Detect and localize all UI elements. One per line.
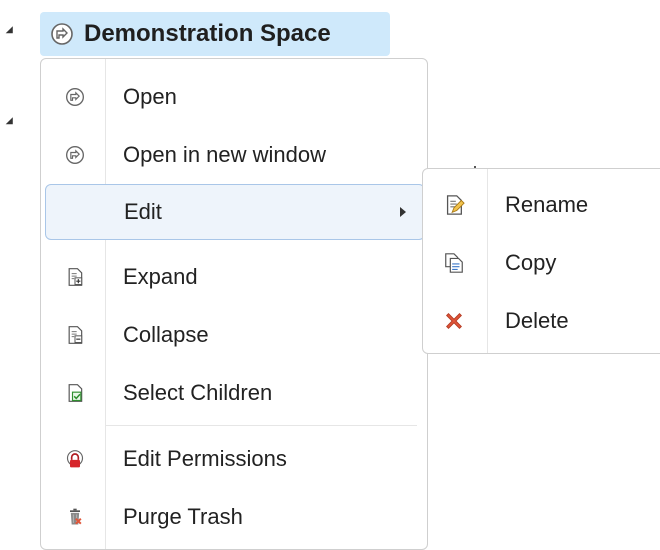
submenu-item-rename[interactable]: Rename (423, 177, 660, 233)
space-icon (65, 145, 85, 165)
tree-expand-toggle[interactable] (5, 26, 17, 37)
submenu-item-label: Rename (505, 192, 589, 217)
trash-icon (65, 507, 85, 527)
tree-expand-toggle-2[interactable] (5, 117, 17, 128)
menu-item-open-new-window[interactable]: Open in new window (41, 127, 427, 183)
rename-doc-icon (443, 194, 465, 216)
expand-doc-icon (65, 267, 85, 287)
menu-item-select-children[interactable]: Select Children (41, 365, 427, 421)
submenu-item-label: Delete (505, 308, 569, 333)
tree-node-demonstration-space[interactable]: Demonstration Space (40, 12, 390, 56)
tree-node-label: Demonstration Space (84, 20, 331, 47)
submenu-arrow-icon (400, 207, 406, 217)
menu-item-purge-trash[interactable]: Purge Trash (41, 489, 427, 545)
collapse-doc-icon (65, 325, 85, 345)
menu-item-label: Open (123, 84, 177, 109)
menu-item-edit[interactable]: Edit (45, 184, 425, 240)
menu-item-label: Select Children (123, 380, 273, 405)
menu-item-label: Edit Permissions (123, 446, 287, 471)
select-children-icon (65, 383, 85, 403)
space-icon (50, 22, 74, 46)
menu-item-label: Collapse (123, 322, 209, 347)
menu-item-edit-permissions[interactable]: Edit Permissions (41, 431, 427, 487)
lock-space-icon (65, 449, 85, 469)
delete-x-icon (443, 310, 465, 332)
menu-item-label: Open in new window (123, 142, 327, 167)
menu-item-open[interactable]: Open (41, 69, 427, 125)
menu-item-label: Edit (124, 199, 162, 224)
space-icon (65, 87, 85, 107)
submenu-item-label: Copy (505, 250, 557, 275)
menu-item-collapse[interactable]: Collapse (41, 307, 427, 363)
menu-item-label: Purge Trash (123, 504, 243, 529)
menu-item-label: Expand (123, 264, 198, 289)
context-menu: Open Open in new window Edit Expand Coll… (40, 58, 428, 550)
edit-submenu: Rename Copy Delete (422, 168, 660, 354)
submenu-item-copy[interactable]: Copy (423, 235, 660, 291)
menu-separator (105, 425, 417, 426)
copy-doc-icon (443, 252, 465, 274)
submenu-item-delete[interactable]: Delete (423, 293, 660, 349)
menu-item-expand[interactable]: Expand (41, 249, 427, 305)
